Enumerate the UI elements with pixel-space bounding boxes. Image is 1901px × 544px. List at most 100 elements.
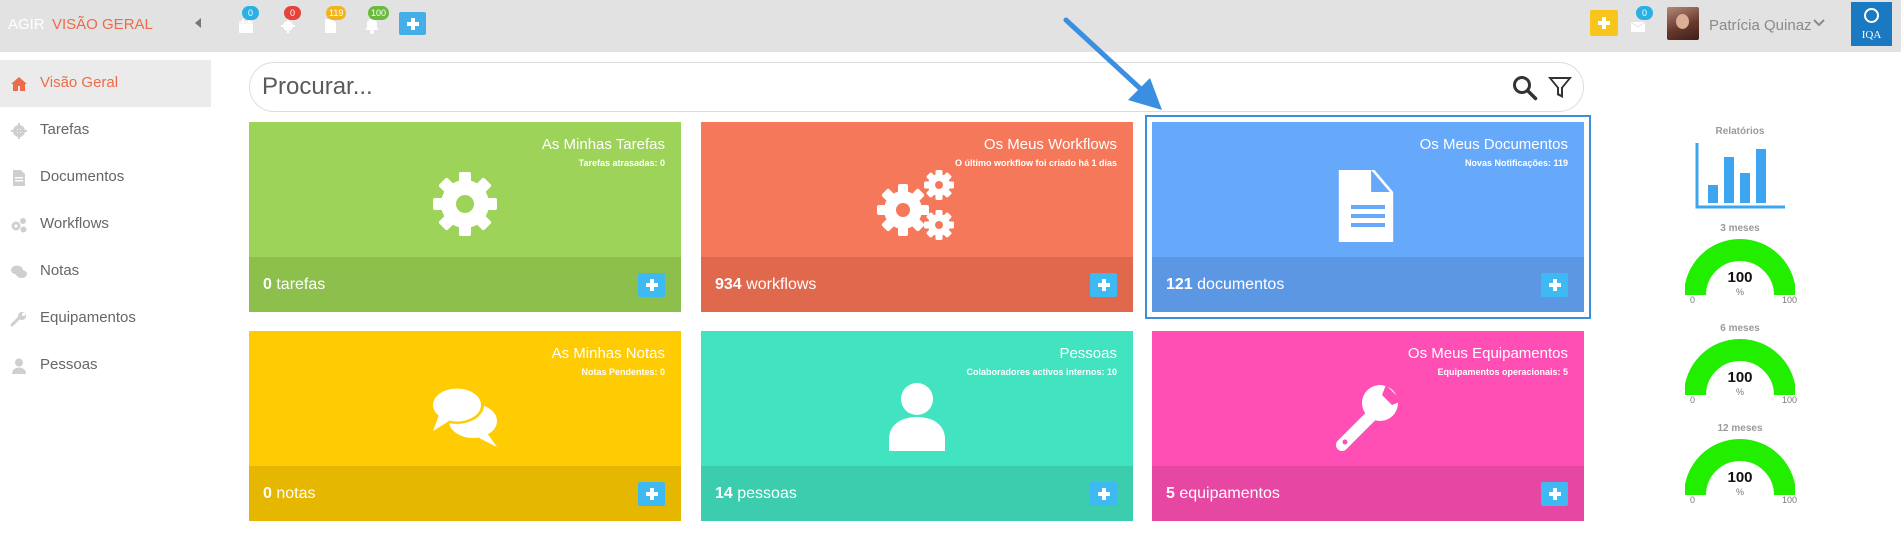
add-button[interactable] <box>399 12 426 35</box>
tile-title: As Minhas Tarefas <box>541 136 665 153</box>
gauge-value: 100 <box>1727 269 1753 286</box>
user-name[interactable]: Patrícia Quinaz <box>1709 17 1812 34</box>
add-equipment-button[interactable] <box>1541 482 1568 506</box>
gauge-label: 3 meses <box>1720 223 1760 234</box>
sidebar-item-label: Workflows <box>40 215 109 232</box>
comments-icon <box>11 265 27 278</box>
add-task-button[interactable] <box>638 273 665 297</box>
sidebar-item-label: Tarefas <box>40 121 90 138</box>
tile-footer: 121 documentos <box>1152 257 1584 312</box>
documents-button[interactable]: 119 <box>320 6 347 35</box>
document-icon <box>1328 170 1408 242</box>
sidebar-item-visao-geral[interactable]: Visão Geral <box>0 60 211 107</box>
filter-icon[interactable] <box>1547 75 1573 101</box>
tile-count: 121 documentos <box>1166 276 1284 294</box>
gauge-min: 0 <box>1690 395 1696 405</box>
messages-button[interactable]: 0 <box>1628 6 1653 35</box>
document-icon <box>13 170 25 186</box>
tile-count-unit: pessoas <box>737 485 797 502</box>
add-document-button[interactable] <box>1541 273 1568 297</box>
tasks-button[interactable]: 0 <box>278 6 301 35</box>
avatar[interactable] <box>1667 7 1699 40</box>
tasks-badge: 0 <box>284 6 301 20</box>
user-icon <box>12 358 26 374</box>
sidebar-item-notas[interactable]: Notas <box>0 248 211 295</box>
gauge-value: 100 <box>1727 469 1753 486</box>
gauge-label: 6 meses <box>1720 323 1760 334</box>
tile-documentos[interactable]: Os Meus Documentos Novas Notificações: 1… <box>1145 115 1591 319</box>
sidebar-item-label: Pessoas <box>40 356 98 373</box>
plus-icon <box>1097 488 1110 500</box>
tile-count-unit: equipamentos <box>1179 485 1280 502</box>
plus-icon <box>645 488 658 500</box>
tile-count-unit: workflows <box>746 276 817 293</box>
notifications-button[interactable]: 100 <box>362 6 390 35</box>
tile-subtitle: Equipamentos operacionais: 5 <box>1437 367 1568 377</box>
search-icon[interactable] <box>1512 75 1538 101</box>
home-icon <box>11 77 27 91</box>
sidebar-item-documentos[interactable]: Documentos <box>0 154 211 201</box>
calendar-button[interactable]: 0 <box>236 6 259 35</box>
tile-count-unit: notas <box>276 485 316 502</box>
tile-count: 5 equipamentos <box>1166 485 1280 503</box>
chevron-down-icon[interactable] <box>1813 17 1825 29</box>
calendar-badge: 0 <box>242 6 259 20</box>
gauge-unit: % <box>1735 287 1744 297</box>
brand-label[interactable]: AGIR <box>8 16 45 33</box>
tile-count-value: 5 <box>1166 485 1175 502</box>
tile-equipamentos[interactable]: Os Meus Equipamentos Equipamentos operac… <box>1152 331 1584 521</box>
current-section-label: VISÃO GERAL <box>52 16 153 33</box>
tile-count: 934 workflows <box>715 276 816 294</box>
document-icon <box>325 19 336 33</box>
tile-count: 0 tarefas <box>263 276 325 294</box>
quick-add-button[interactable] <box>1590 10 1618 36</box>
add-note-button[interactable] <box>638 482 665 506</box>
tile-tarefas[interactable]: As Minhas Tarefas Tarefas atrasadas: 0 0… <box>249 122 681 312</box>
tile-count-value: 121 <box>1166 276 1193 293</box>
tile-subtitle: Colaboradores activos internos: 10 <box>966 367 1117 377</box>
gauge-6-meses: 100 % 0 100 <box>1685 337 1797 409</box>
tile-subtitle: Notas Pendentes: 0 <box>581 367 665 377</box>
sidebar-item-label: Notas <box>40 262 80 279</box>
tile-subtitle: Novas Notificações: 119 <box>1464 158 1568 168</box>
tile-count-value: 0 <box>263 276 272 293</box>
logo-text: IQA <box>1861 29 1882 41</box>
tile-count-value: 0 <box>263 485 272 502</box>
gear-icon <box>11 123 27 139</box>
sidebar-item-workflows[interactable]: Workflows <box>0 201 211 248</box>
wrench-icon <box>10 312 26 327</box>
add-person-button[interactable] <box>1090 482 1117 506</box>
bar-chart-icon[interactable] <box>1694 143 1786 211</box>
tile-count: 0 notas <box>263 485 316 503</box>
notifications-badge: 100 <box>368 6 390 20</box>
sidebar: Visão Geral Tarefas Documentos Workflows… <box>0 60 211 389</box>
sidebar-item-pessoas[interactable]: Pessoas <box>0 342 211 389</box>
annotation-arrow-icon <box>1063 17 1162 110</box>
add-workflow-button[interactable] <box>1090 273 1117 297</box>
tile-pessoas[interactable]: Pessoas Colaboradores activos internos: … <box>701 331 1133 521</box>
gauge-label: 12 meses <box>1717 423 1763 434</box>
plus-icon <box>1097 279 1110 291</box>
iqa-logo[interactable]: IQA <box>1851 2 1892 46</box>
sidebar-item-tarefas[interactable]: Tarefas <box>0 107 211 154</box>
sidebar-item-label: Equipamentos <box>40 309 136 326</box>
collapse-sidebar-icon[interactable] <box>195 18 201 28</box>
tile-title: Os Meus Documentos <box>1419 136 1568 153</box>
plus-icon <box>645 279 658 291</box>
tile-subtitle: O último workflow foi criado há 1 dias <box>954 158 1117 168</box>
gear-icon <box>425 170 505 242</box>
gear-icon <box>281 19 295 33</box>
gauge-max: 100 <box>1781 495 1797 505</box>
tile-footer: 934 workflows <box>701 257 1133 312</box>
envelope-icon <box>1630 21 1646 32</box>
sidebar-item-equipamentos[interactable]: Equipamentos <box>0 295 211 342</box>
plus-icon <box>1598 17 1610 29</box>
tile-footer: 0 notas <box>249 466 681 521</box>
tile-title: Pessoas <box>1059 345 1117 362</box>
tile-workflows[interactable]: Os Meus Workflows O último workflow foi … <box>701 122 1133 312</box>
tile-count-value: 934 <box>715 276 742 293</box>
tile-notas[interactable]: As Minhas Notas Notas Pendentes: 0 0 not… <box>249 331 681 521</box>
sidebar-item-label: Documentos <box>40 168 125 185</box>
search-input[interactable] <box>262 71 1482 103</box>
plus-icon <box>1548 488 1561 500</box>
